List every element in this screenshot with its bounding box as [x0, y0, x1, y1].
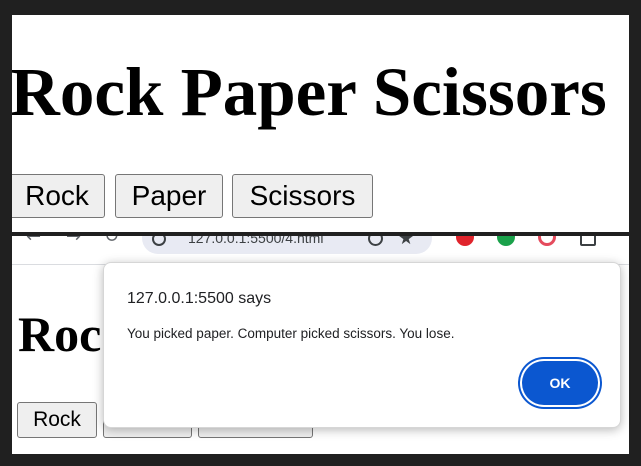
forward-arrow-icon[interactable]: →: [66, 236, 81, 247]
ok-button[interactable]: OK: [522, 361, 598, 405]
alert-dialog: 127.0.0.1:5500 says You picked paper. Co…: [103, 262, 621, 428]
rock-button[interactable]: Rock: [12, 174, 105, 218]
extension-icon[interactable]: [497, 236, 515, 246]
profile-icon[interactable]: [580, 236, 596, 246]
paper-button[interactable]: Paper: [115, 174, 223, 218]
address-bar-url: 127.0.0.1:5500/4.html: [188, 236, 324, 246]
rock-button[interactable]: Rock: [17, 402, 97, 438]
page-title: Rock Paper Scissors: [12, 54, 607, 130]
top-page-panel: Rock Paper Scissors Rock Paper Scissors: [12, 15, 629, 232]
page-title: Roc: [18, 306, 102, 362]
dialog-origin: 127.0.0.1:5500 says: [127, 290, 272, 307]
bookmark-star-icon[interactable]: ★: [398, 236, 414, 249]
dialog-message: You picked paper. Computer picked scisso…: [127, 326, 455, 341]
reload-icon[interactable]: ↻: [104, 236, 119, 247]
scissors-button[interactable]: Scissors: [232, 174, 373, 218]
back-arrow-icon[interactable]: ←: [26, 236, 41, 247]
extension-icon[interactable]: [456, 236, 474, 246]
address-bar[interactable]: 127.0.0.1:5500/4.html: [142, 236, 432, 254]
site-info-icon[interactable]: [152, 236, 166, 246]
extension-icon[interactable]: [538, 236, 556, 246]
browser-toolbar: ← → ↻ 127.0.0.1:5500/4.html ★: [12, 236, 629, 265]
